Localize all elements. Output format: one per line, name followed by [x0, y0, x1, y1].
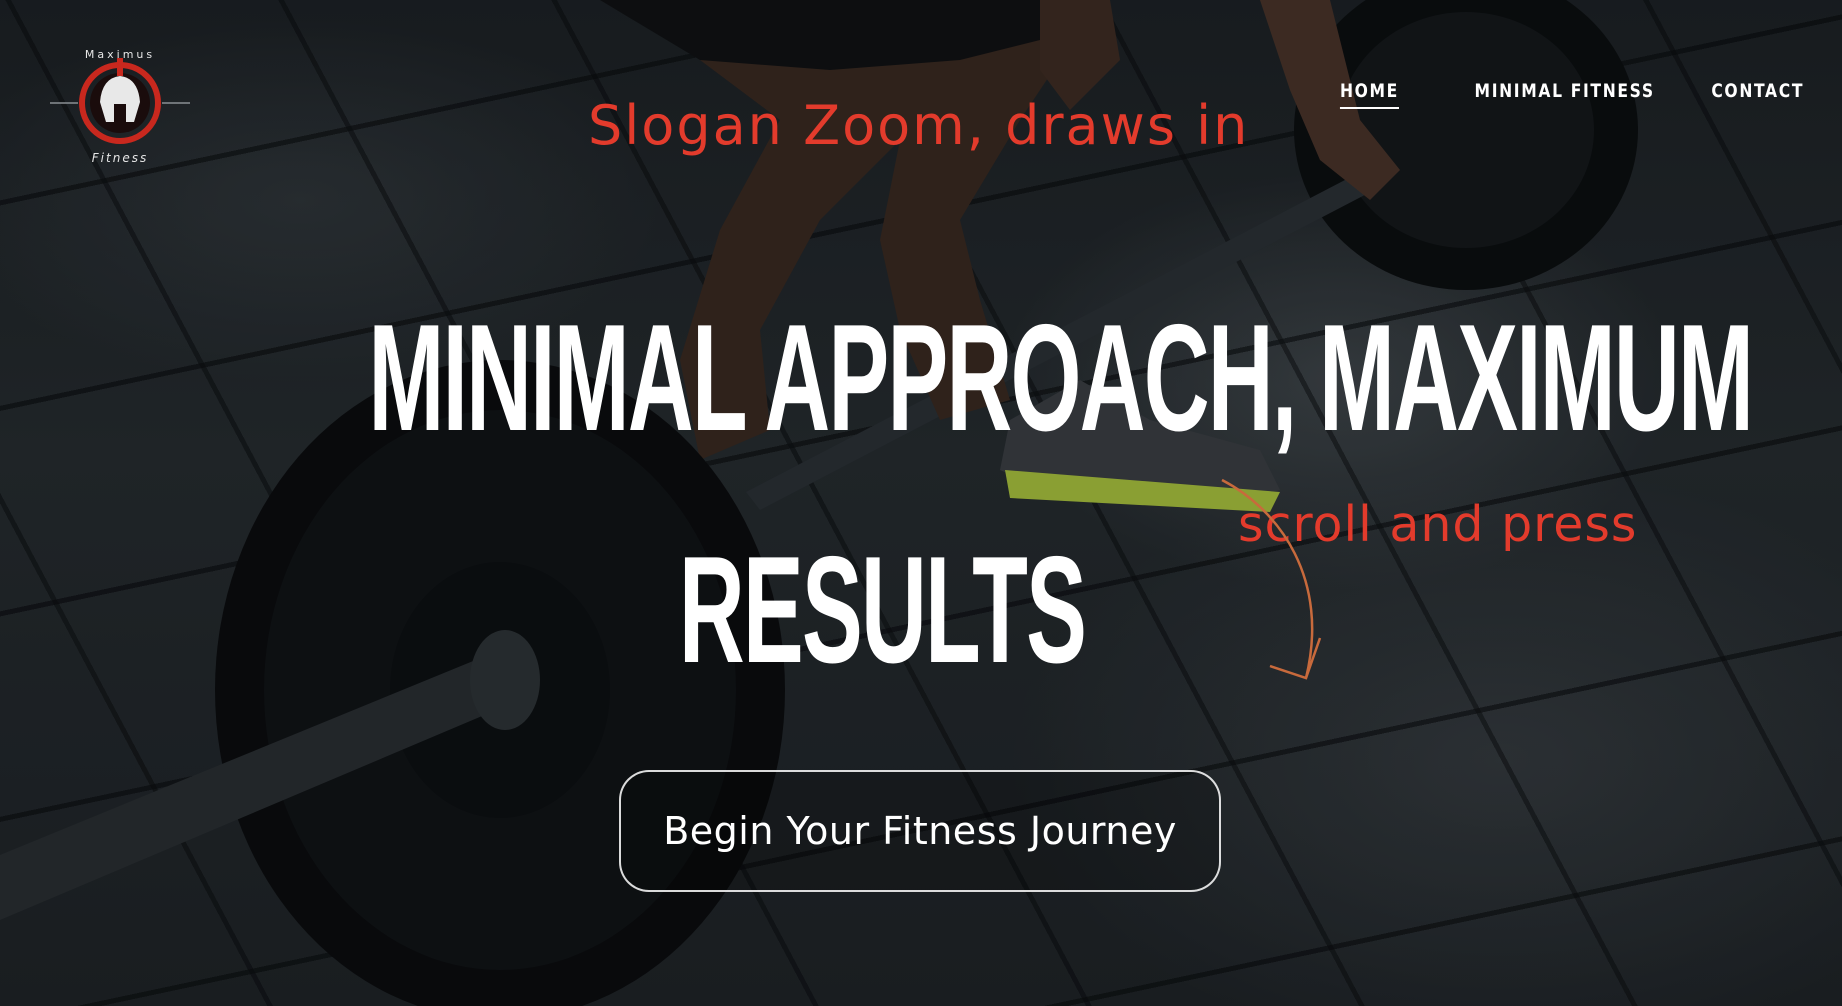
curved-arrow-icon [1221, 478, 1322, 680]
main-navigation: HOME MINIMAL FITNESS CONTACT [1327, 80, 1804, 109]
logo-bottom-text: Fitness [92, 151, 148, 165]
site-logo[interactable]: Maximus Fitness [50, 40, 190, 170]
nav-link-minimal-fitness[interactable]: MINIMAL FITNESS [1475, 80, 1655, 109]
slogan-annotation: Slogan Zoom, draws in [588, 94, 1250, 157]
nav-link-contact[interactable]: CONTACT [1711, 80, 1804, 109]
hero-headline: MINIMAL APPROACH, MAXIMUM RESULTS [0, 262, 1842, 726]
nav-link-home[interactable]: HOME [1340, 80, 1400, 109]
begin-journey-button[interactable]: Begin Your Fitness Journey [619, 770, 1221, 892]
logo-top-text: Maximus [85, 48, 155, 61]
hero-section: Maximus Fitness HOME MINIMAL FITNESS CON… [0, 0, 1842, 1006]
spartan-helmet-icon: Maximus Fitness [50, 48, 190, 165]
headline-line-1: MINIMAL APPROACH, MAXIMUM [368, 293, 1754, 463]
